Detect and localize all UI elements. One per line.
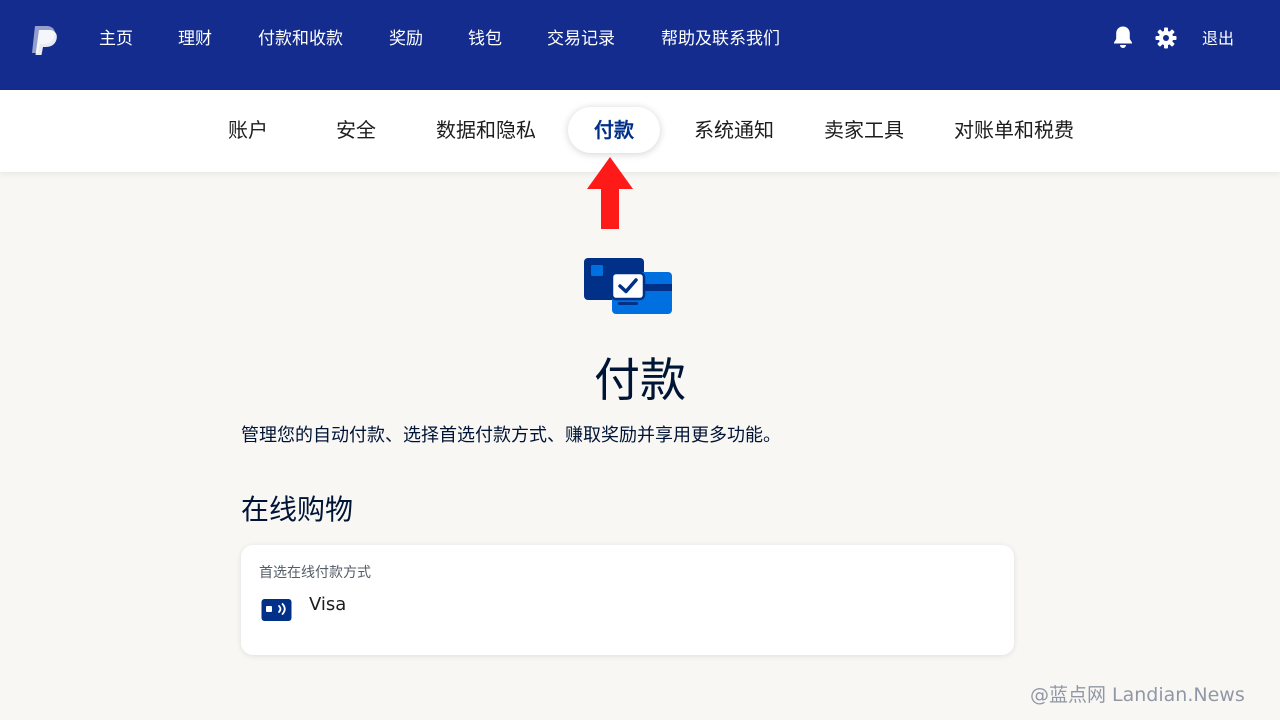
red-arrow-up-icon [587, 157, 633, 229]
tab-seller-tools[interactable]: 卖家工具 [824, 107, 904, 153]
watermark: @蓝点网 Landian.News [1030, 684, 1245, 706]
tab-statements-tax[interactable]: 对账单和税费 [954, 107, 1074, 153]
nav-item-rewards[interactable]: 奖励 [389, 26, 423, 52]
card-label: 首选在线付款方式 [259, 565, 371, 581]
nav-item-home[interactable]: 主页 [99, 26, 133, 52]
tab-payments[interactable]: 付款 [568, 107, 660, 153]
paypal-logo-icon[interactable] [29, 24, 59, 56]
page-description: 管理您的自动付款、选择首选付款方式、赚取奖励并享用更多功能。 [241, 425, 781, 446]
top-navigation: 主页 理财 付款和收款 奖励 钱包 交易记录 帮助及联系我们 退出 [0, 0, 1280, 90]
settings-subnav: 账户 安全 数据和隐私 付款 系统通知 卖家工具 对账单和税费 [0, 90, 1280, 172]
nav-item-activity[interactable]: 交易记录 [547, 26, 615, 52]
bell-icon[interactable] [1112, 25, 1134, 49]
section-title-online-shopping: 在线购物 [241, 493, 354, 526]
nav-item-help[interactable]: 帮助及联系我们 [661, 26, 780, 52]
tab-notifications[interactable]: 系统通知 [694, 107, 774, 153]
credit-card-icon [261, 599, 292, 621]
nav-item-finance[interactable]: 理财 [178, 26, 212, 52]
gear-icon[interactable] [1155, 27, 1177, 49]
tab-account[interactable]: 账户 [228, 107, 268, 153]
page-title: 付款 [594, 353, 686, 407]
nav-item-wallet[interactable]: 钱包 [468, 26, 502, 52]
logout-link[interactable]: 退出 [1202, 26, 1234, 52]
payment-method-name: Visa [309, 594, 347, 615]
payment-cards-check-icon [584, 258, 672, 314]
tab-security[interactable]: 安全 [336, 107, 376, 153]
nav-item-send-receive[interactable]: 付款和收款 [258, 26, 343, 52]
preferred-payment-card[interactable]: 首选在线付款方式 Visa [241, 545, 1014, 655]
tab-data-privacy[interactable]: 数据和隐私 [436, 107, 536, 153]
